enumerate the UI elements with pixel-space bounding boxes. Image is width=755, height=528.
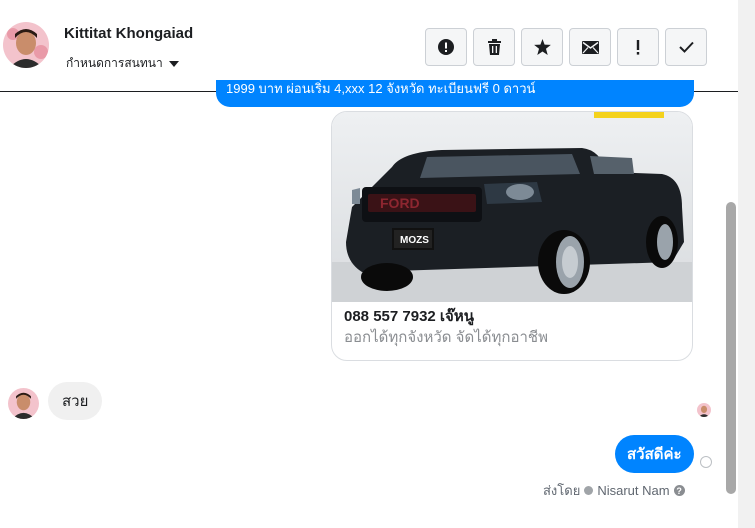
seen-by-avatar xyxy=(697,403,711,417)
follow-up-button[interactable] xyxy=(617,28,659,66)
spam-button[interactable] xyxy=(425,28,467,66)
message-text: สวัสดีค่ะ xyxy=(627,446,682,463)
conversation-settings-dropdown[interactable]: กำหนดการสนทนา xyxy=(66,54,179,73)
contact-avatar[interactable] xyxy=(3,22,49,68)
messenger-conversation: Kittitat Khongaiad กำหนดการสนทนา 1999 บา… xyxy=(0,0,755,528)
scrollbar-thumb[interactable] xyxy=(726,202,736,494)
sent-by-name[interactable]: Nisarut Nam xyxy=(597,483,669,498)
attachment-card[interactable]: FORD MOZS 088 557 7932 เจ๊หนู ออกได้ทุกจ… xyxy=(331,111,693,361)
envelope-icon xyxy=(581,40,599,54)
conversation-settings-label: กำหนดการสนทนา xyxy=(66,56,163,70)
conversation-header: Kittitat Khongaiad กำหนดการสนทนา xyxy=(0,0,738,92)
sent-by-prefix: ส่งโดย xyxy=(543,483,581,498)
card-subtitle: ออกได้ทุกจังหวัด จัดได้ทุกอาชีพ xyxy=(344,329,548,346)
svg-text:FORD: FORD xyxy=(380,195,420,211)
caret-down-icon xyxy=(168,60,179,67)
sent-status-icon xyxy=(700,456,712,468)
help-icon[interactable]: ? xyxy=(673,485,685,496)
trash-icon xyxy=(487,39,502,55)
message-text: สวย xyxy=(62,393,89,410)
done-button[interactable] xyxy=(665,28,707,66)
message-text: 1999 บาท ผ่อนเริ่ม 4,xxx 12 จังหวัด ทะเบ… xyxy=(226,81,536,96)
scrollbar-track[interactable] xyxy=(738,0,755,528)
header-actions xyxy=(425,28,707,66)
exclamation-icon xyxy=(636,39,640,55)
agent-badge-icon xyxy=(584,486,594,495)
outgoing-message[interactable]: สวัสดีค่ะ xyxy=(615,435,694,473)
mark-unread-button[interactable] xyxy=(569,28,611,66)
checkmark-icon xyxy=(678,41,694,53)
star-button[interactable] xyxy=(521,28,563,66)
sent-by-info: ส่งโดย Nisarut Nam ? xyxy=(543,480,685,501)
truck-image[interactable]: FORD MOZS xyxy=(332,112,692,302)
delete-button[interactable] xyxy=(473,28,515,66)
exclamation-circle-icon xyxy=(438,39,454,55)
sender-avatar[interactable] xyxy=(8,388,39,419)
outgoing-message-partial[interactable]: 1999 บาท ผ่อนเริ่ม 4,xxx 12 จังหวัด ทะเบ… xyxy=(216,80,694,107)
license-plate-text: MOZS xyxy=(400,235,429,246)
star-icon xyxy=(533,39,551,55)
contact-name[interactable]: Kittitat Khongaiad xyxy=(64,25,193,42)
incoming-message[interactable]: สวย xyxy=(48,382,103,420)
